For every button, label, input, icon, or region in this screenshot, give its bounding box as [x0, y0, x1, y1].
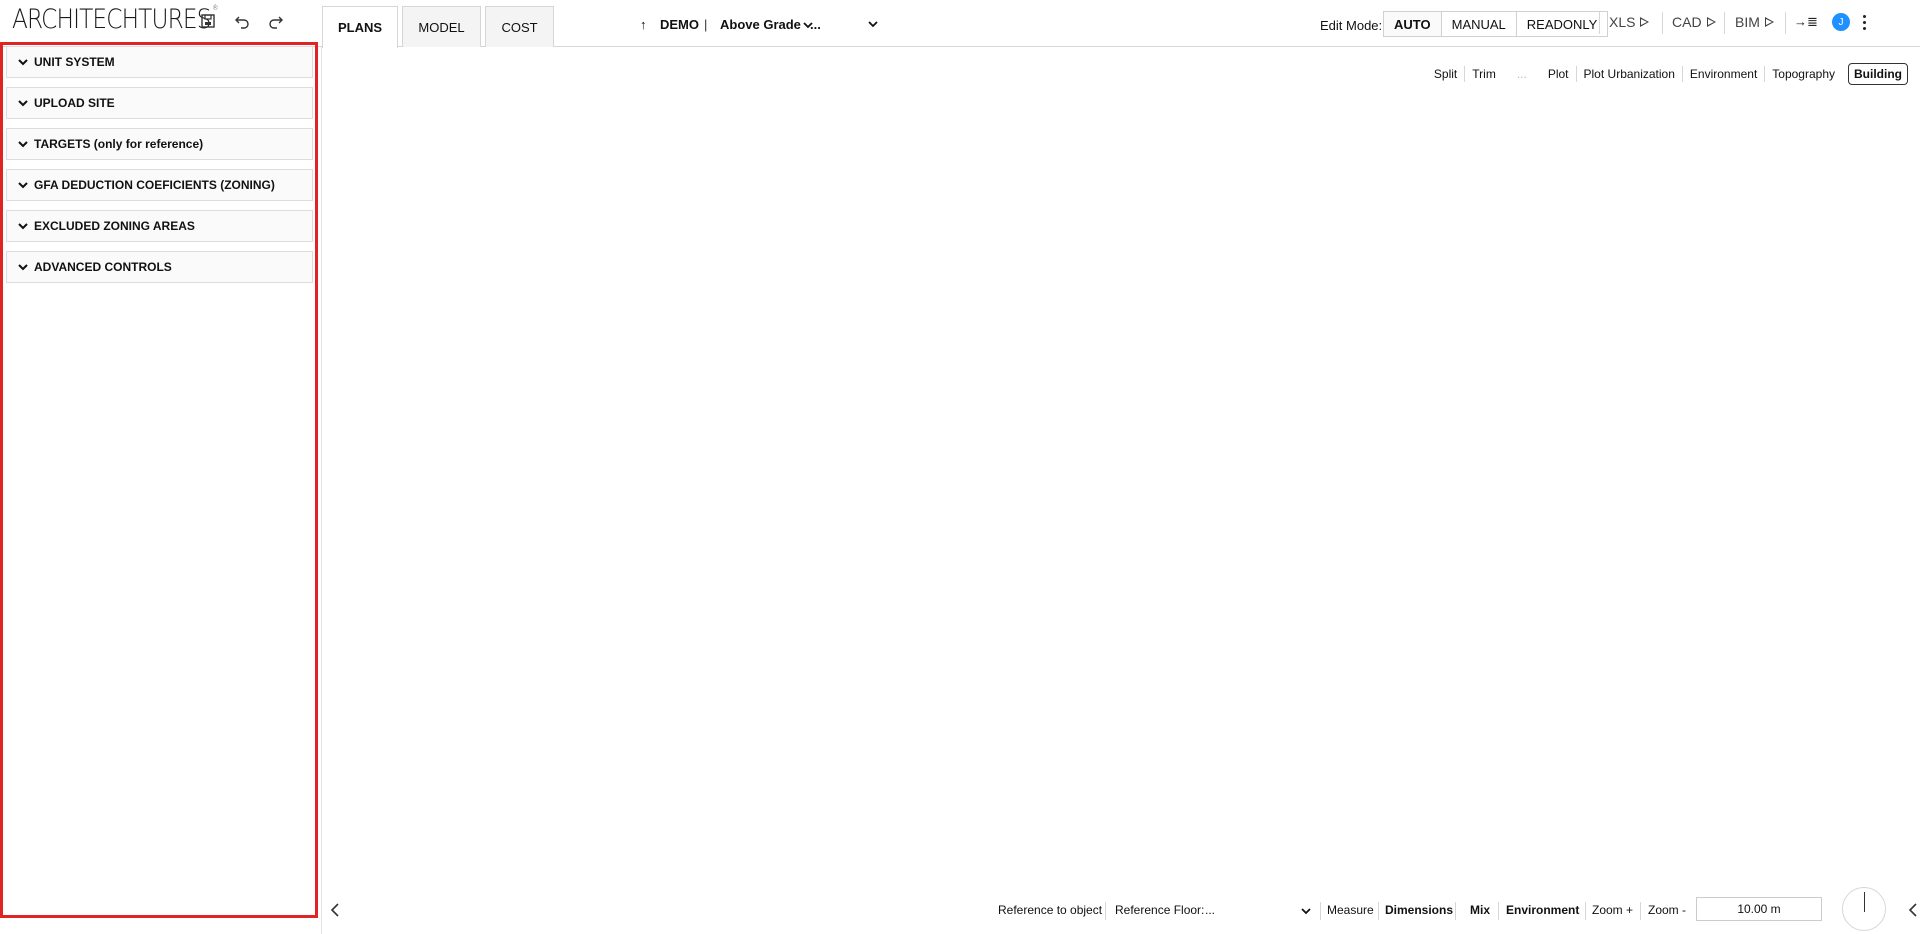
chevron-down-icon — [18, 182, 28, 189]
view-toolbar: Split Trim ... Plot Plot Urbanization En… — [1427, 63, 1908, 85]
building-button[interactable]: Building — [1848, 63, 1908, 85]
dimensions-button[interactable]: Dimensions — [1385, 903, 1453, 917]
split-button[interactable]: Split — [1427, 66, 1466, 82]
section-excluded-zoning[interactable]: EXCLUDED ZONING AREAS — [6, 210, 313, 242]
plot-button[interactable]: Plot — [1541, 66, 1577, 82]
divider — [1640, 902, 1641, 920]
play-icon — [1706, 17, 1716, 27]
section-advanced-controls[interactable]: ADVANCED CONTROLS — [6, 251, 313, 283]
toolbar-more[interactable]: ... — [1503, 66, 1541, 82]
avatar[interactable]: J — [1832, 13, 1850, 31]
export-bim-button[interactable]: BIM — [1735, 14, 1774, 30]
chevron-down-icon[interactable] — [1301, 906, 1311, 916]
chevron-down-icon — [18, 100, 28, 107]
plot-urbanization-button[interactable]: Plot Urbanization — [1577, 66, 1683, 82]
tab-model[interactable]: MODEL — [402, 6, 481, 47]
panel-divider[interactable] — [321, 47, 322, 934]
project-up-arrow-icon[interactable]: ↑ — [640, 17, 647, 32]
mix-button[interactable]: Mix — [1470, 903, 1490, 917]
grade-dropdown[interactable]: Above Grade — [720, 17, 813, 32]
chevron-left-icon[interactable] — [328, 900, 342, 920]
edit-mode-label: Edit Mode: — [1320, 18, 1383, 33]
scale-input[interactable]: 10.00 m — [1696, 897, 1822, 921]
level-dropdown-value[interactable]: ... — [810, 17, 821, 32]
zoom-in-button[interactable]: Zoom + — [1592, 903, 1633, 917]
export-xls-button[interactable]: XLS — [1609, 14, 1650, 30]
play-icon — [1640, 17, 1650, 27]
topography-button[interactable]: Topography — [1765, 66, 1842, 82]
chevron-down-icon — [18, 223, 28, 230]
section-label: EXCLUDED ZONING AREAS — [34, 219, 195, 233]
chevron-down-icon — [18, 264, 28, 271]
export-cad-button[interactable]: CAD — [1672, 14, 1716, 30]
edit-mode-manual-button[interactable]: MANUAL — [1442, 12, 1517, 36]
section-label: UNIT SYSTEM — [34, 55, 115, 69]
environment-button[interactable]: Environment — [1683, 66, 1766, 82]
main-tabs: PLANS MODEL COST — [322, 6, 558, 48]
more-options-icon[interactable] — [1860, 13, 1868, 31]
top-bar: ARCHITECHTURES ® PLANS MODEL COST ↑ DEMO … — [0, 0, 1920, 48]
tab-cost[interactable]: COST — [485, 6, 554, 47]
edit-mode-auto-button[interactable]: AUTO — [1384, 12, 1442, 36]
tab-plans[interactable]: PLANS — [322, 6, 398, 48]
section-unit-system[interactable]: UNIT SYSTEM — [6, 46, 313, 78]
divider — [1724, 12, 1725, 34]
divider — [1498, 902, 1499, 920]
chevron-left-icon[interactable] — [1906, 900, 1920, 920]
reference-floor-value[interactable]: ... — [1205, 903, 1215, 917]
divider — [1320, 902, 1321, 920]
export-all-icon[interactable]: →≣ — [1794, 14, 1818, 30]
left-panel: UNIT SYSTEM UPLOAD SITE TARGETS (only fo… — [0, 42, 318, 918]
section-targets[interactable]: TARGETS (only for reference) — [6, 128, 313, 160]
zoom-out-button[interactable]: Zoom - — [1648, 903, 1686, 917]
compass-icon[interactable] — [1842, 887, 1886, 931]
section-label: GFA DEDUCTION COEFICIENTS (ZONING) — [34, 178, 275, 192]
chevron-down-icon — [18, 141, 28, 148]
project-separator: | — [704, 17, 708, 32]
measure-button[interactable]: Measure — [1327, 903, 1374, 917]
section-label: TARGETS (only for reference) — [34, 137, 204, 151]
divider — [1378, 902, 1379, 920]
section-label: ADVANCED CONTROLS — [34, 260, 172, 274]
undo-icon[interactable] — [232, 11, 252, 31]
chevron-down-icon — [18, 59, 28, 66]
bottom-bar: Reference to object Reference Floor: ...… — [322, 887, 1920, 934]
divider — [1662, 12, 1663, 34]
trim-button[interactable]: Trim — [1465, 66, 1503, 82]
environment-toggle[interactable]: Environment — [1506, 903, 1579, 917]
save-icon[interactable] — [198, 11, 218, 31]
section-label: UPLOAD SITE — [34, 96, 115, 110]
divider — [1105, 902, 1106, 920]
redo-icon[interactable] — [266, 11, 286, 31]
divider — [1785, 12, 1786, 34]
divider — [1585, 902, 1586, 920]
play-icon — [1764, 17, 1774, 27]
project-name[interactable]: DEMO — [660, 17, 699, 32]
edit-mode-group: AUTO MANUAL READONLY — [1383, 11, 1609, 37]
chevron-down-icon[interactable] — [868, 19, 878, 29]
reference-to-object-button[interactable]: Reference to object — [998, 903, 1102, 917]
edit-mode-readonly-button[interactable]: READONLY — [1517, 12, 1608, 36]
section-upload-site[interactable]: UPLOAD SITE — [6, 87, 313, 119]
reference-floor-label: Reference Floor: — [1115, 903, 1205, 917]
divider — [1455, 902, 1456, 920]
divider — [1599, 12, 1600, 34]
grade-label: Above Grade — [720, 17, 801, 32]
app-root: ARCHITECHTURES ® PLANS MODEL COST ↑ DEMO … — [0, 0, 1920, 934]
app-logo[interactable]: ARCHITECHTURES ® — [12, 4, 218, 35]
section-gfa-deduction[interactable]: GFA DEDUCTION COEFICIENTS (ZONING) — [6, 169, 313, 201]
